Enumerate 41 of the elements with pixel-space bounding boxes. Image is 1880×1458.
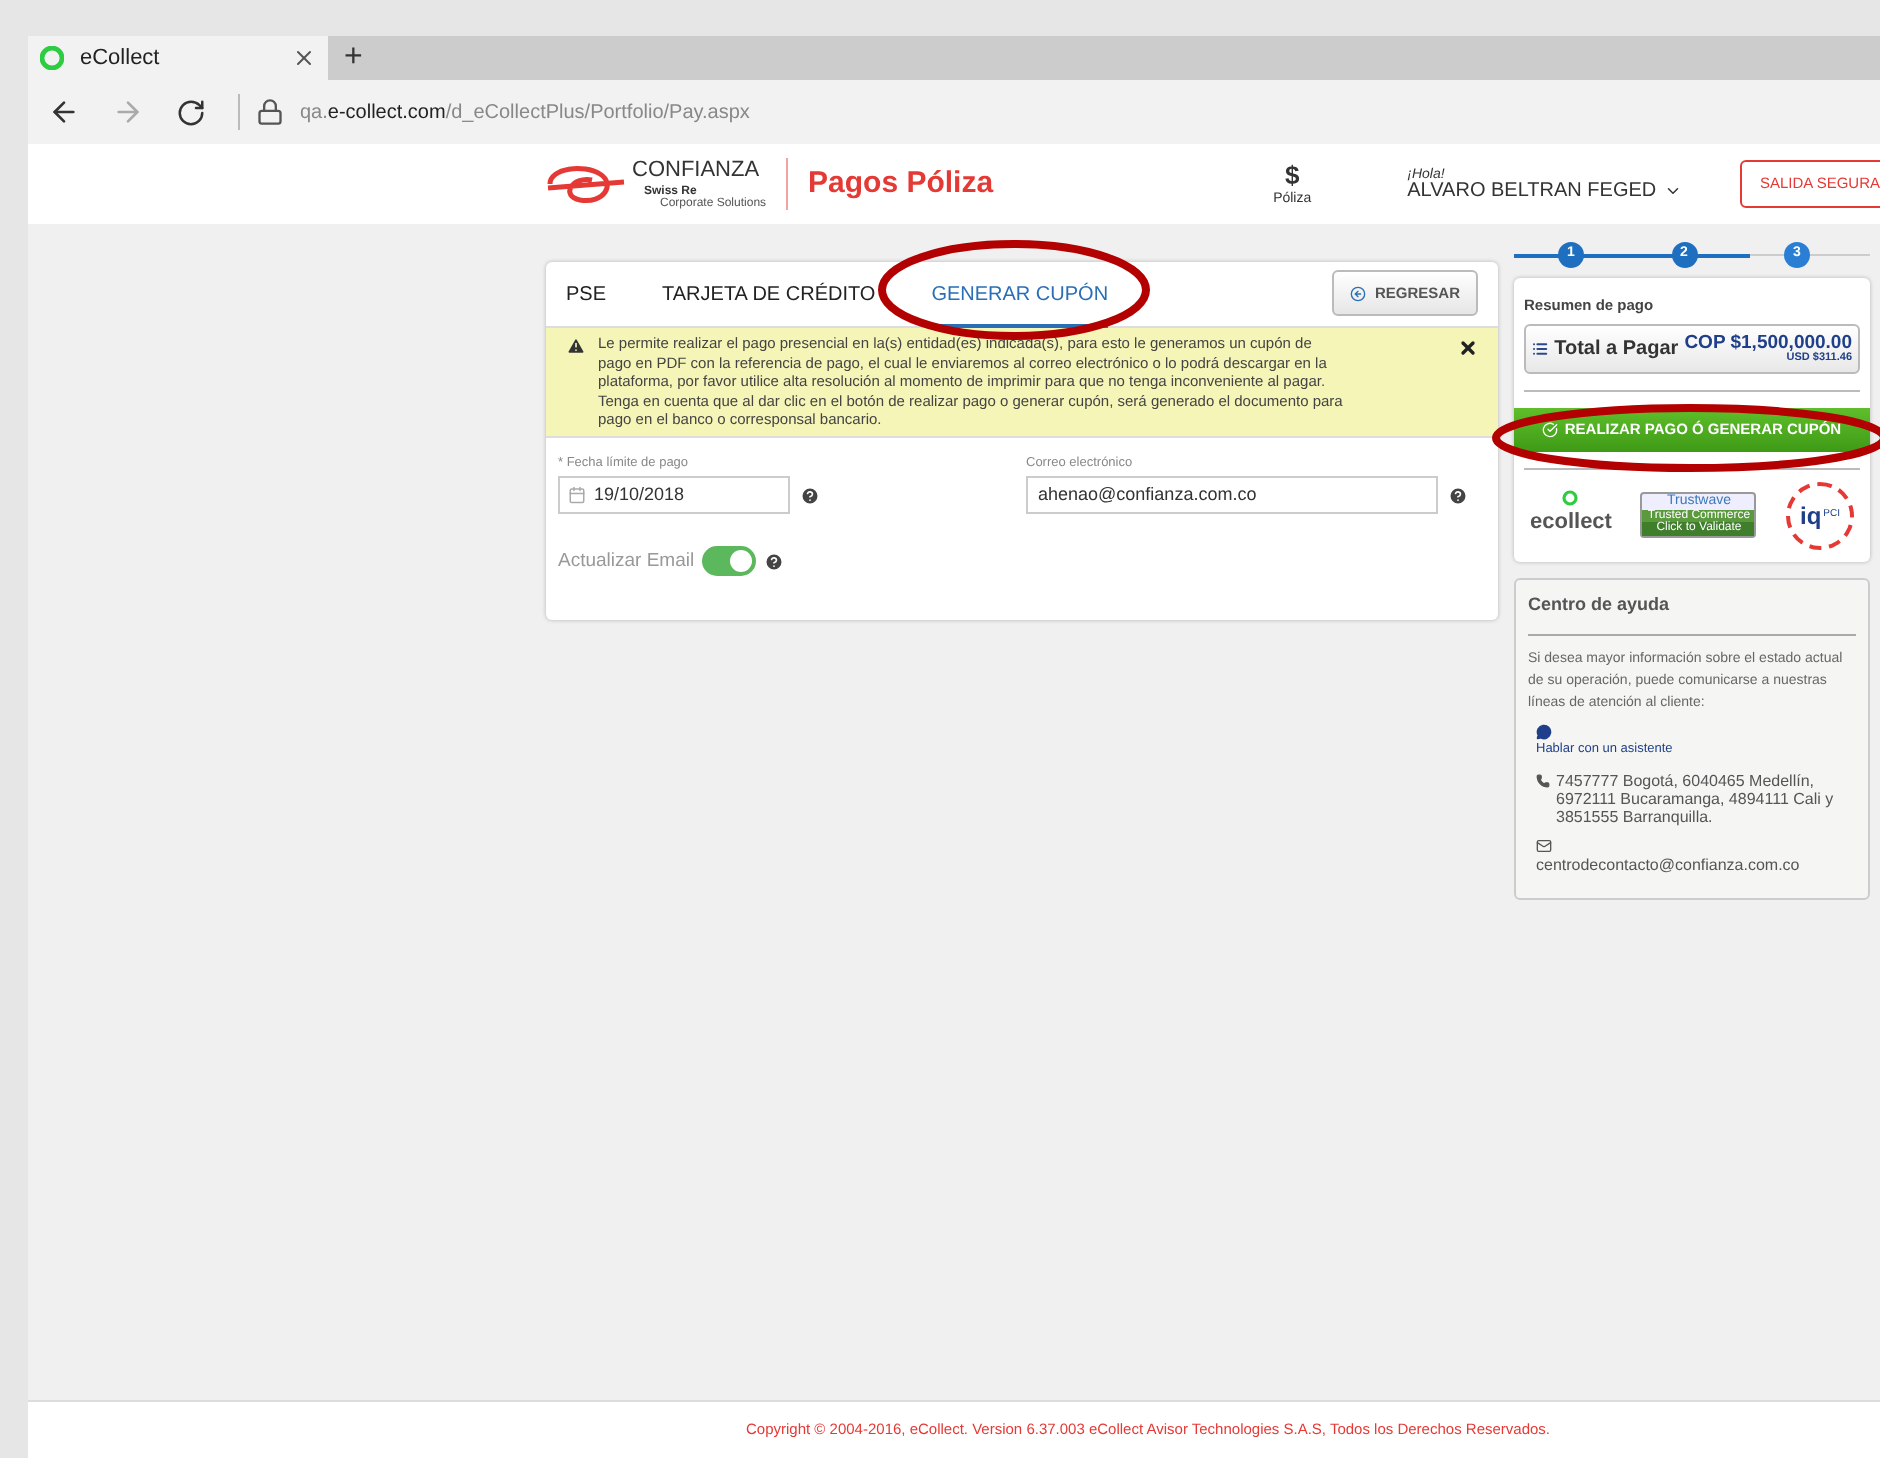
mail-icon <box>1536 837 1552 854</box>
phone-text: 7457777 Bogotá, 6040465 Medellín, 6972111 Bucaramanga, 4894111 Cali y 3851555 Barranquilla. <box>1556 771 1836 826</box>
seal-text: iq <box>1799 499 1822 533</box>
payment-tab[interactable]: PSE <box>566 262 607 328</box>
panel-title: Centro de ayuda <box>1528 591 1672 618</box>
help-icon[interactable] <box>800 485 820 506</box>
new-tab-button[interactable]: + <box>328 36 379 80</box>
brand-name: CONFIANZA <box>632 159 762 181</box>
phone-icon <box>1536 773 1550 788</box>
ecollect-logo-icon <box>1562 490 1579 507</box>
close-icon[interactable] <box>292 46 316 70</box>
contact-email: centrodecontacto@confianza.com.co <box>1536 853 1802 878</box>
reload-icon[interactable] <box>176 97 206 127</box>
help-icon[interactable] <box>1448 485 1468 506</box>
page-title: Pagos Póliza <box>808 163 994 204</box>
back-circle-icon <box>1350 285 1367 302</box>
list-icon <box>1532 340 1549 359</box>
lock-icon <box>256 98 284 126</box>
close-icon[interactable] <box>1458 338 1478 358</box>
total-amount: COP $1,500,000.00 <box>1684 334 1852 354</box>
url-text[interactable]: qa.e-collect.com/d_eCollectPlus/Portfolio/Pay.aspx <box>300 97 750 127</box>
app-logo-icon <box>40 46 64 70</box>
logo-text: ecollect <box>1530 508 1612 539</box>
browser-tab[interactable]: eCollect <box>28 36 328 80</box>
total-label: Total a Pagar <box>1554 336 1679 365</box>
toggle-label: Actualizar Email <box>558 547 695 576</box>
logo-drawing <box>544 160 628 208</box>
calendar-icon <box>568 486 586 505</box>
help-icon[interactable] <box>764 551 785 572</box>
caret-icon[interactable] <box>1664 182 1683 200</box>
tab-title: eCollect <box>80 43 162 74</box>
check-icon <box>1542 421 1559 438</box>
back-icon[interactable] <box>48 96 80 128</box>
dollar-icon[interactable]: $ <box>1284 162 1300 188</box>
warning-icon <box>566 336 586 356</box>
date-field[interactable]: 19/10/2018 <box>558 476 790 515</box>
toggle-switch[interactable] <box>702 546 757 577</box>
chat-icon <box>1536 724 1552 740</box>
email-field[interactable]: ahenao@confianza.com.co <box>1026 476 1438 515</box>
user-name[interactable]: ALVARO BELTRAN FEGED <box>1407 181 1657 201</box>
payment-tab[interactable]: TARJETA DE CRÉDITO <box>662 262 876 328</box>
